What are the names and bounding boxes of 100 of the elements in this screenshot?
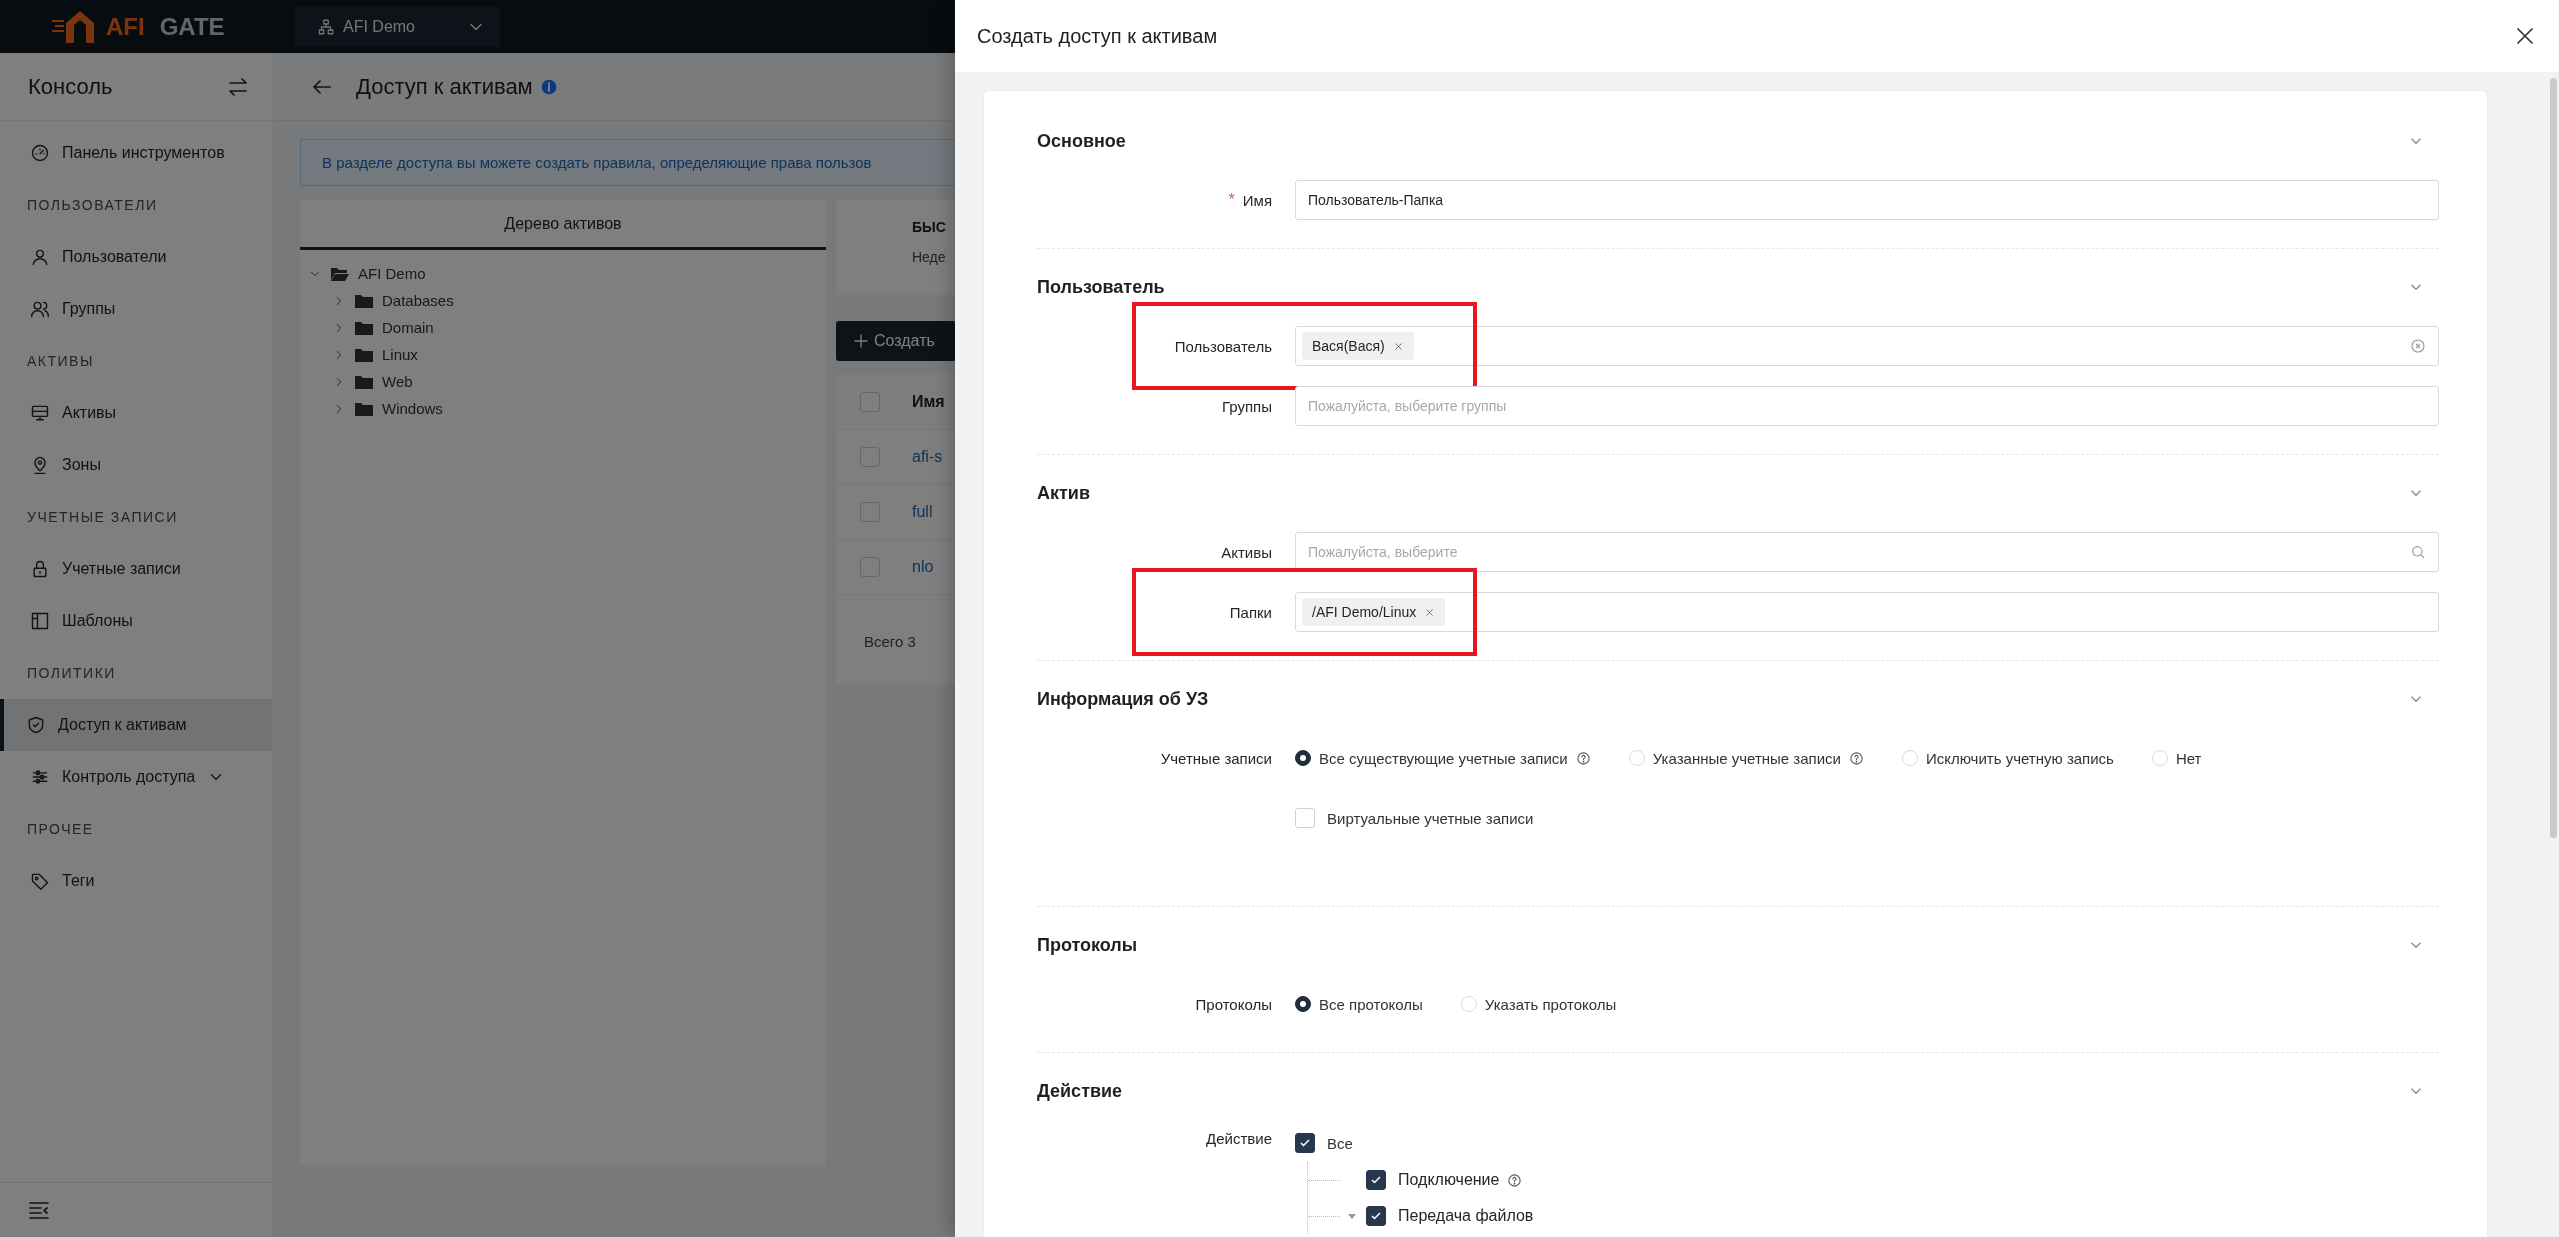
select-field[interactable]: Вася(Вася) — [1295, 326, 2439, 366]
table-link[interactable]: afi-s — [912, 448, 943, 466]
tag-icon — [30, 871, 50, 891]
sidebar-item[interactable]: Контроль доступа — [0, 751, 272, 803]
search-icon[interactable] — [2410, 544, 2426, 560]
folder-icon — [354, 400, 374, 417]
tree-node[interactable]: Domain — [354, 319, 434, 336]
tree-node[interactable]: Databases — [354, 292, 454, 309]
logo-text: GATE — [159, 12, 225, 41]
field-label: Действие — [1206, 1130, 1272, 1147]
sidebar-item[interactable]: Шаблоны — [0, 595, 272, 647]
remove-icon — [1424, 606, 1436, 618]
sidebar-item[interactable]: Панель инструментов — [0, 127, 272, 179]
table-link[interactable]: full — [912, 503, 933, 521]
plus-icon — [852, 332, 870, 350]
folder-icon — [354, 292, 374, 309]
gauge-icon — [30, 143, 50, 163]
sidebar-item[interactable]: Теги — [0, 855, 272, 907]
checkbox-label: Виртуальные учетные записи — [1327, 809, 1534, 827]
sidebar-item[interactable]: Пользователи — [0, 231, 272, 283]
section-title: Актив — [1037, 482, 1090, 504]
table-link[interactable]: nlo — [912, 558, 934, 576]
checkbox[interactable] — [1295, 1133, 1315, 1153]
sidebar-heading: АКТИВЫ — [26, 352, 95, 371]
section-title: Протоколы — [1037, 934, 1138, 956]
help-icon[interactable] — [1507, 1172, 1523, 1188]
section-title: Информация об УЗ — [1037, 688, 1209, 710]
sidebar-item[interactable]: Активы — [0, 387, 272, 439]
folder-icon — [354, 373, 374, 390]
field-label: Имя — [1242, 191, 1272, 209]
open-folder-icon — [330, 265, 350, 282]
sidebar-item[interactable]: Зоны — [0, 439, 272, 491]
checkmark-icon — [1370, 1210, 1382, 1222]
card-title: БЫС — [912, 219, 947, 235]
select-field[interactable]: Пожалуйста, выберите — [1295, 532, 2439, 572]
tag-chip: /AFI Demo/Linux — [1302, 598, 1446, 626]
remove-icon — [1392, 340, 1404, 352]
radio-option[interactable]: Все существующие учетные записи — [1295, 749, 1591, 767]
help-icon[interactable] — [1575, 750, 1591, 766]
column-header: Имя — [912, 392, 945, 411]
tree-node[interactable]: Web — [354, 373, 413, 390]
logo-text: AFI — [106, 12, 145, 41]
total-count: Всего 3 — [863, 632, 917, 650]
monitor-icon — [30, 403, 50, 423]
sidebar-heading: ПОЛЬЗОВАТЕЛИ — [26, 196, 159, 215]
section-title: Основное — [1037, 130, 1126, 152]
sidebar-title: Консоль — [28, 73, 113, 100]
select-field[interactable]: Пожалуйста, выберите группы — [1295, 386, 2439, 426]
tag-chip: Вася(Вася) — [1302, 332, 1414, 360]
org-selector[interactable]: AFI Demo — [295, 6, 500, 47]
radio-option[interactable]: Исключить учетную запись — [1901, 749, 2114, 767]
sidebar-heading: ПРОЧЕЕ — [26, 820, 95, 839]
radio-option[interactable]: Все протоколы — [1295, 995, 1423, 1013]
section-title: Действие — [1037, 1080, 1123, 1102]
folder-icon — [354, 319, 374, 336]
sidebar-heading: ПОЛИТИКИ — [26, 664, 117, 683]
layout-icon — [30, 611, 50, 631]
clear-icon[interactable] — [2410, 338, 2426, 354]
checkbox-label: Подключение — [1398, 1171, 1500, 1189]
field-label: Папки — [1229, 603, 1272, 621]
sidebar-item[interactable]: Группы — [0, 283, 272, 335]
field-label: Пользователь — [1174, 337, 1272, 355]
sliders-icon — [30, 767, 50, 787]
info-icon — [540, 78, 557, 95]
field-label: Учетные записи — [1160, 749, 1272, 767]
user-icon — [30, 247, 50, 267]
section-title: Пользователь — [1037, 276, 1165, 298]
radio-option[interactable]: Указать протоколы — [1460, 995, 1617, 1013]
checkbox-label: Передача файлов — [1398, 1207, 1534, 1225]
tree-node[interactable]: Linux — [354, 346, 418, 363]
radio-option[interactable]: Указанные учетные записи — [1628, 749, 1864, 767]
sidebar-heading: УЧЕТНЫЕ ЗАПИСИ — [26, 508, 179, 527]
page-title: Доступ к активам — [356, 73, 533, 100]
caret-icon[interactable] — [1347, 1211, 1357, 1221]
checkmark-icon — [1370, 1174, 1382, 1186]
banner-text: В разделе доступа вы можете создать правила, определяющие права пользов — [322, 154, 872, 171]
required-mark: * — [1228, 191, 1235, 209]
lock-icon — [30, 559, 50, 579]
radio-option[interactable]: Нет — [2151, 749, 2202, 767]
input-field[interactable]: Пользователь-Папка — [1295, 180, 2439, 220]
select-field[interactable]: /AFI Demo/Linux — [1295, 592, 2439, 632]
sidebar-item[interactable]: Учетные записи — [0, 543, 272, 595]
network-icon — [317, 17, 335, 36]
sidebar-item[interactable]: Доступ к активам — [0, 699, 272, 751]
checkbox-label: Все — [1327, 1134, 1353, 1152]
tree-node[interactable]: Windows — [354, 400, 443, 417]
card-subtitle: Неде — [912, 249, 947, 265]
checkbox[interactable] — [1366, 1170, 1386, 1190]
users-icon — [30, 299, 50, 319]
tree-node[interactable]: AFI Demo — [330, 265, 426, 282]
help-icon[interactable] — [1848, 750, 1864, 766]
checkbox[interactable] — [1366, 1206, 1386, 1226]
create-button[interactable]: Создать — [836, 321, 955, 361]
field-label: Активы — [1221, 543, 1272, 561]
folder-icon — [354, 346, 374, 363]
scrollbar[interactable] — [2550, 78, 2557, 838]
drawer-title: Создать доступ к активам — [977, 24, 1218, 48]
checkmark-icon — [1299, 1137, 1311, 1149]
tree-tab[interactable]: Дерево активов — [300, 200, 826, 250]
field-label: Группы — [1222, 397, 1272, 415]
